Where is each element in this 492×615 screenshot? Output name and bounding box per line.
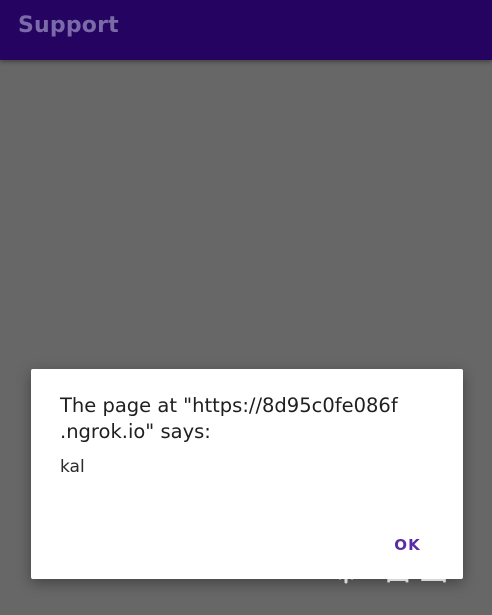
app-title: Support — [18, 13, 119, 38]
app-bar: Support — [0, 0, 492, 60]
screen: Support The page at "https://8d95c0fe086… — [0, 0, 492, 615]
dialog-title-line-2: .ngrok.io" says: — [60, 420, 211, 443]
dialog-message: kal — [60, 457, 85, 477]
watermark: 看雪 — [320, 532, 470, 588]
dialog-title-line-1: The page at "https://8d95c0fe086f — [60, 394, 398, 417]
watermark-text: 看雪 — [378, 547, 455, 588]
dialog-title: The page at "https://8d95c0fe086f .ngrok… — [60, 393, 440, 445]
snowflake-icon — [325, 536, 367, 584]
